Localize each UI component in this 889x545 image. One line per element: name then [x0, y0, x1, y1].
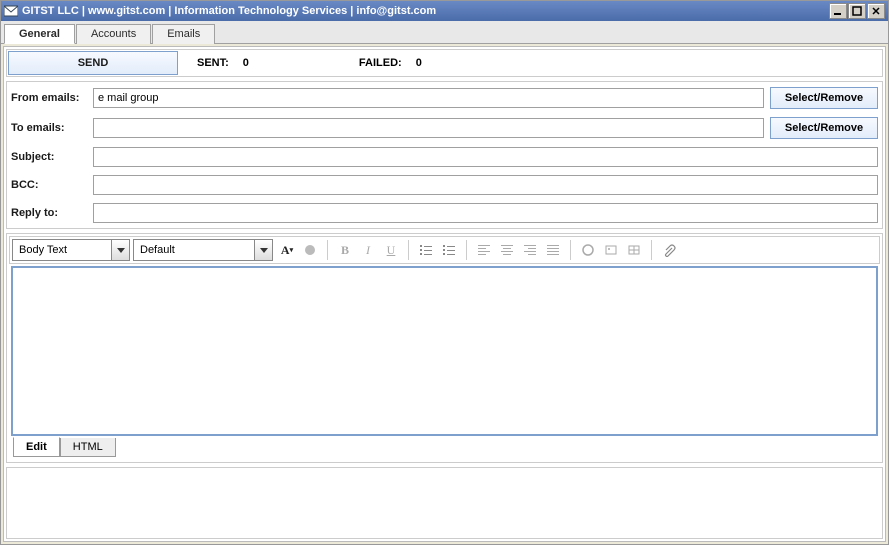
font-select[interactable]: Default: [133, 239, 273, 261]
underline-button[interactable]: U: [380, 239, 402, 261]
tab-general[interactable]: General: [4, 24, 75, 44]
chevron-down-icon: [111, 240, 129, 260]
to-label: To emails:: [11, 122, 93, 134]
app-icon: [4, 5, 18, 17]
ordered-list-button[interactable]: [438, 239, 460, 261]
send-bar: SEND SENT: 0 FAILED: 0: [6, 49, 883, 77]
sent-value: 0: [243, 57, 249, 69]
align-right-button[interactable]: [519, 239, 541, 261]
font-value: Default: [134, 244, 254, 256]
italic-button[interactable]: I: [357, 239, 379, 261]
bold-button[interactable]: B: [334, 239, 356, 261]
chevron-down-icon: [254, 240, 272, 260]
subject-label: Subject:: [11, 151, 93, 163]
from-label: From emails:: [11, 92, 93, 104]
from-select-remove-button[interactable]: Select/Remove: [770, 87, 878, 109]
align-left-button[interactable]: [473, 239, 495, 261]
window-title: GITST LLC | www.gitst.com | Information …: [22, 5, 824, 17]
failed-status: FAILED: 0: [359, 57, 422, 69]
log-area[interactable]: [6, 467, 883, 539]
editor-block: Body Text Default A▾ B I U: [6, 233, 883, 463]
minimize-button[interactable]: [829, 3, 847, 19]
sent-label: SENT:: [197, 57, 229, 69]
attachment-button[interactable]: [658, 239, 680, 261]
content-panel: SEND SENT: 0 FAILED: 0 From emails: Sele…: [3, 46, 886, 542]
editor-toolbar: Body Text Default A▾ B I U: [9, 236, 880, 264]
form-area: From emails: Select/Remove To emails: Se…: [6, 81, 883, 229]
insert-table-button[interactable]: [623, 239, 645, 261]
sent-status: SENT: 0: [197, 57, 249, 69]
insert-image-button[interactable]: [600, 239, 622, 261]
failed-label: FAILED:: [359, 57, 402, 69]
bcc-label: BCC:: [11, 179, 93, 191]
font-size-button[interactable]: A▾: [276, 239, 298, 261]
reply-input[interactable]: [93, 203, 878, 223]
align-justify-button[interactable]: [542, 239, 564, 261]
to-input[interactable]: [93, 118, 764, 138]
app-window: GITST LLC | www.gitst.com | Information …: [0, 0, 889, 545]
paragraph-style-value: Body Text: [13, 244, 111, 256]
tab-emails[interactable]: Emails: [152, 24, 215, 44]
maximize-button[interactable]: [848, 3, 866, 19]
failed-value: 0: [416, 57, 422, 69]
bcc-input[interactable]: [93, 175, 878, 195]
align-center-button[interactable]: [496, 239, 518, 261]
paragraph-style-select[interactable]: Body Text: [12, 239, 130, 261]
to-select-remove-button[interactable]: Select/Remove: [770, 117, 878, 139]
separator: [466, 240, 467, 260]
titlebar: GITST LLC | www.gitst.com | Information …: [1, 1, 888, 21]
separator: [327, 240, 328, 260]
tab-accounts[interactable]: Accounts: [76, 24, 151, 44]
editor-body[interactable]: [11, 266, 878, 436]
reply-label: Reply to:: [11, 207, 93, 219]
font-color-button[interactable]: [299, 239, 321, 261]
editor-tab-html[interactable]: HTML: [60, 438, 116, 457]
unordered-list-button[interactable]: [415, 239, 437, 261]
close-button[interactable]: [867, 3, 885, 19]
separator: [651, 240, 652, 260]
editor-mode-tabs: Edit HTML: [9, 438, 880, 460]
separator: [408, 240, 409, 260]
insert-link-button[interactable]: [577, 239, 599, 261]
main-tabs: General Accounts Emails: [1, 21, 888, 44]
editor-tab-edit[interactable]: Edit: [13, 437, 60, 457]
send-button[interactable]: SEND: [8, 51, 178, 75]
separator: [570, 240, 571, 260]
subject-input[interactable]: [93, 147, 878, 167]
from-input[interactable]: [93, 88, 764, 108]
window-controls: [828, 3, 885, 19]
